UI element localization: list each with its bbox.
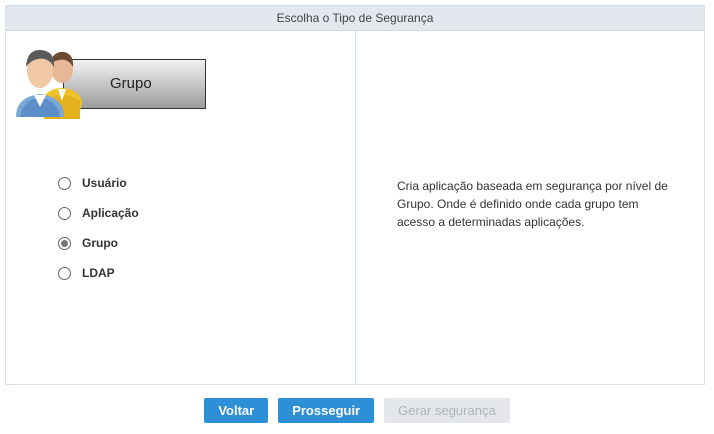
panel-title: Escolha o Tipo de Segurança: [6, 6, 704, 31]
radio-grupo[interactable]: [58, 236, 71, 250]
security-type-panel: Escolha o Tipo de Segurança Grupo Usuári…: [5, 5, 705, 385]
next-button[interactable]: Prosseguir: [278, 398, 375, 423]
radio-ldap[interactable]: [58, 266, 71, 280]
back-button[interactable]: Voltar: [204, 398, 269, 423]
option-label: Grupo: [82, 236, 118, 250]
option-ldap[interactable]: LDAP: [58, 258, 139, 288]
option-label: Aplicação: [82, 206, 139, 220]
radio-usuario[interactable]: [58, 176, 71, 190]
option-label: LDAP: [82, 266, 115, 280]
option-label: Usuário: [82, 176, 127, 190]
panel-content: Grupo Usuário Aplicação Grupo LDAP Cria …: [6, 31, 704, 384]
radio-aplicacao[interactable]: [58, 206, 71, 220]
option-usuario[interactable]: Usuário: [58, 168, 139, 198]
option-aplicacao[interactable]: Aplicação: [58, 198, 139, 228]
generate-security-button[interactable]: Gerar segurança: [384, 398, 510, 423]
option-grupo[interactable]: Grupo: [58, 228, 139, 258]
column-divider: [355, 31, 356, 384]
users-group-icon: [16, 49, 82, 119]
security-type-options: Usuário Aplicação Grupo LDAP: [58, 168, 139, 288]
action-buttons: Voltar Prosseguir Gerar segurança: [0, 398, 714, 423]
type-description: Cria aplicação baseada em segurança por …: [397, 179, 668, 229]
